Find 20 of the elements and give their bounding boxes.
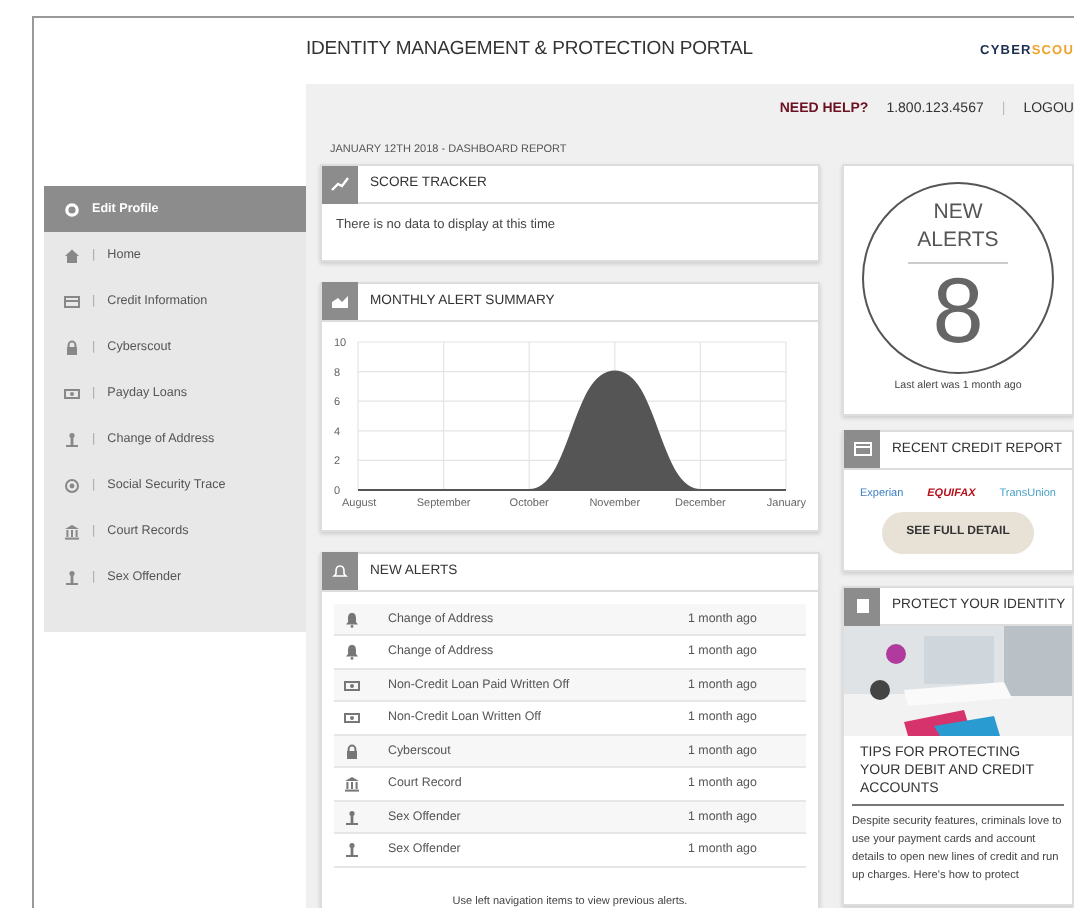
card-icon (64, 293, 80, 309)
bank-icon (344, 776, 360, 792)
person-icon (64, 569, 80, 585)
person-icon (344, 809, 360, 825)
banknote-icon (64, 385, 80, 401)
person-icon (344, 842, 360, 858)
lock-icon (344, 743, 360, 759)
home-icon (64, 247, 80, 263)
person-icon (64, 431, 80, 447)
bank-icon (64, 523, 80, 539)
gear-icon (64, 201, 80, 217)
portal-title: IDENTITY MANAGEMENT & PROTECTION PORTAL (306, 36, 753, 65)
counter-label: NEW ALERTS (908, 200, 1008, 264)
bell-icon (344, 611, 360, 627)
bell-icon (344, 644, 360, 660)
banknote-icon (344, 677, 360, 693)
circle-icon (64, 477, 80, 493)
lock-icon (64, 339, 80, 355)
alert-count: 8 (932, 263, 984, 356)
banknote-icon (344, 710, 360, 726)
